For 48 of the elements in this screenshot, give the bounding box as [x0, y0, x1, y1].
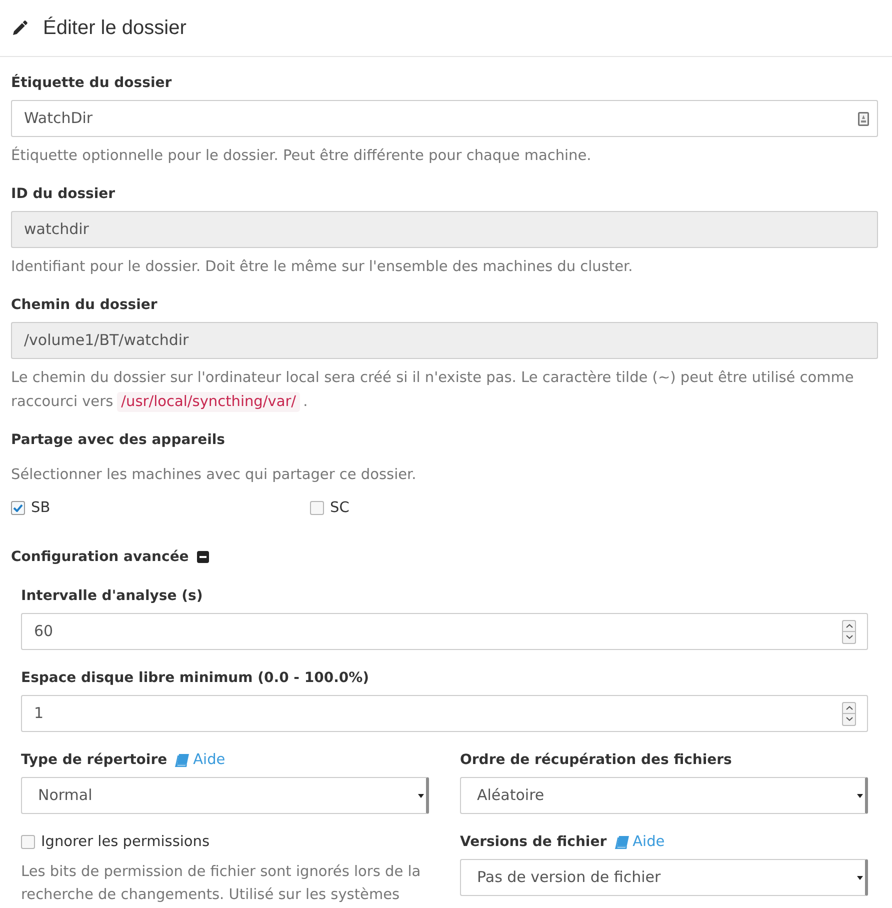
number-field[interactable]: 60 [21, 613, 868, 650]
increment-button[interactable] [842, 620, 856, 632]
chevron-down-icon [846, 635, 852, 639]
dropdown[interactable]: Normal [21, 777, 429, 814]
checkbox[interactable] [21, 835, 35, 849]
minus-square-icon[interactable] [196, 551, 209, 563]
hint-text: Sélectionner les machines avec qui partager ce dossier. [11, 466, 418, 485]
checkbox[interactable] [11, 501, 25, 515]
dropdown[interactable]: Pas de version de fichier [460, 859, 868, 896]
decrement-button[interactable] [842, 714, 856, 726]
checkbox-label[interactable]: SB [31, 497, 50, 519]
book-icon [175, 754, 190, 766]
id-card-icon[interactable] [858, 112, 869, 126]
field-label: Étiquette du dossier [11, 73, 173, 93]
help-text: Étiquette optionnelle pour le dossier. Peut être différente pour chaque machine. [11, 146, 592, 166]
field-label: Espace disque libre minimum (0.0 - 100.0%) [21, 669, 370, 688]
decrement-button[interactable] [842, 632, 856, 644]
field-label: Ordre de récupération des fichiers [460, 751, 732, 770]
text-field[interactable]: WatchDir [11, 100, 878, 137]
checkbox-label[interactable]: SC [330, 497, 350, 519]
caret-icon [857, 876, 863, 880]
section-title: Configuration avancée [11, 548, 189, 567]
checkbox-label[interactable]: Ignorer les permissions [41, 831, 210, 853]
help-text: Identifiant pour le dossier. Doit être le même sur l'ensemble des machines du cluster. [11, 258, 634, 277]
checkbox[interactable] [310, 501, 324, 515]
caret-icon [857, 794, 863, 798]
text-field: watchdir [11, 211, 878, 248]
field-label: ID du dossier [11, 185, 116, 204]
field-label: Versions de fichier [460, 833, 607, 852]
help-text: Les bits de permission de fichier sont ignorés lors de la recherche de changements. Utilisé sur les systèmes [21, 863, 422, 905]
chevron-up-icon [846, 624, 852, 628]
number-field[interactable]: 1 [21, 695, 868, 732]
caret-icon [418, 794, 424, 798]
book-icon [614, 836, 629, 848]
text-field: /volume1/BT/watchdir [11, 322, 878, 359]
field-label: Partage avec des appareils [11, 431, 226, 450]
code-path: /usr/local/syncthing/var/ [117, 392, 300, 412]
help-text: Le chemin du dossier sur l'ordinateur local sera créé si il n'existe pas. Le caractère tilde (~) peut être utilisé comme raccourci vers /usr/local/syncthing/var/ . [11, 369, 855, 414]
field-label: Intervalle d'analyse (s) [21, 587, 204, 606]
chevron-up-icon [846, 706, 852, 710]
dropdown[interactable]: Aléatoire [460, 777, 868, 814]
increment-button[interactable] [842, 702, 856, 714]
field-label: Type de répertoire [21, 751, 168, 770]
check-icon [13, 504, 23, 512]
chevron-down-icon [846, 717, 852, 721]
field-label: Chemin du dossier [11, 296, 158, 315]
dialog-title: Éditer le dossier [43, 16, 186, 41]
pencil-icon [12, 20, 28, 36]
